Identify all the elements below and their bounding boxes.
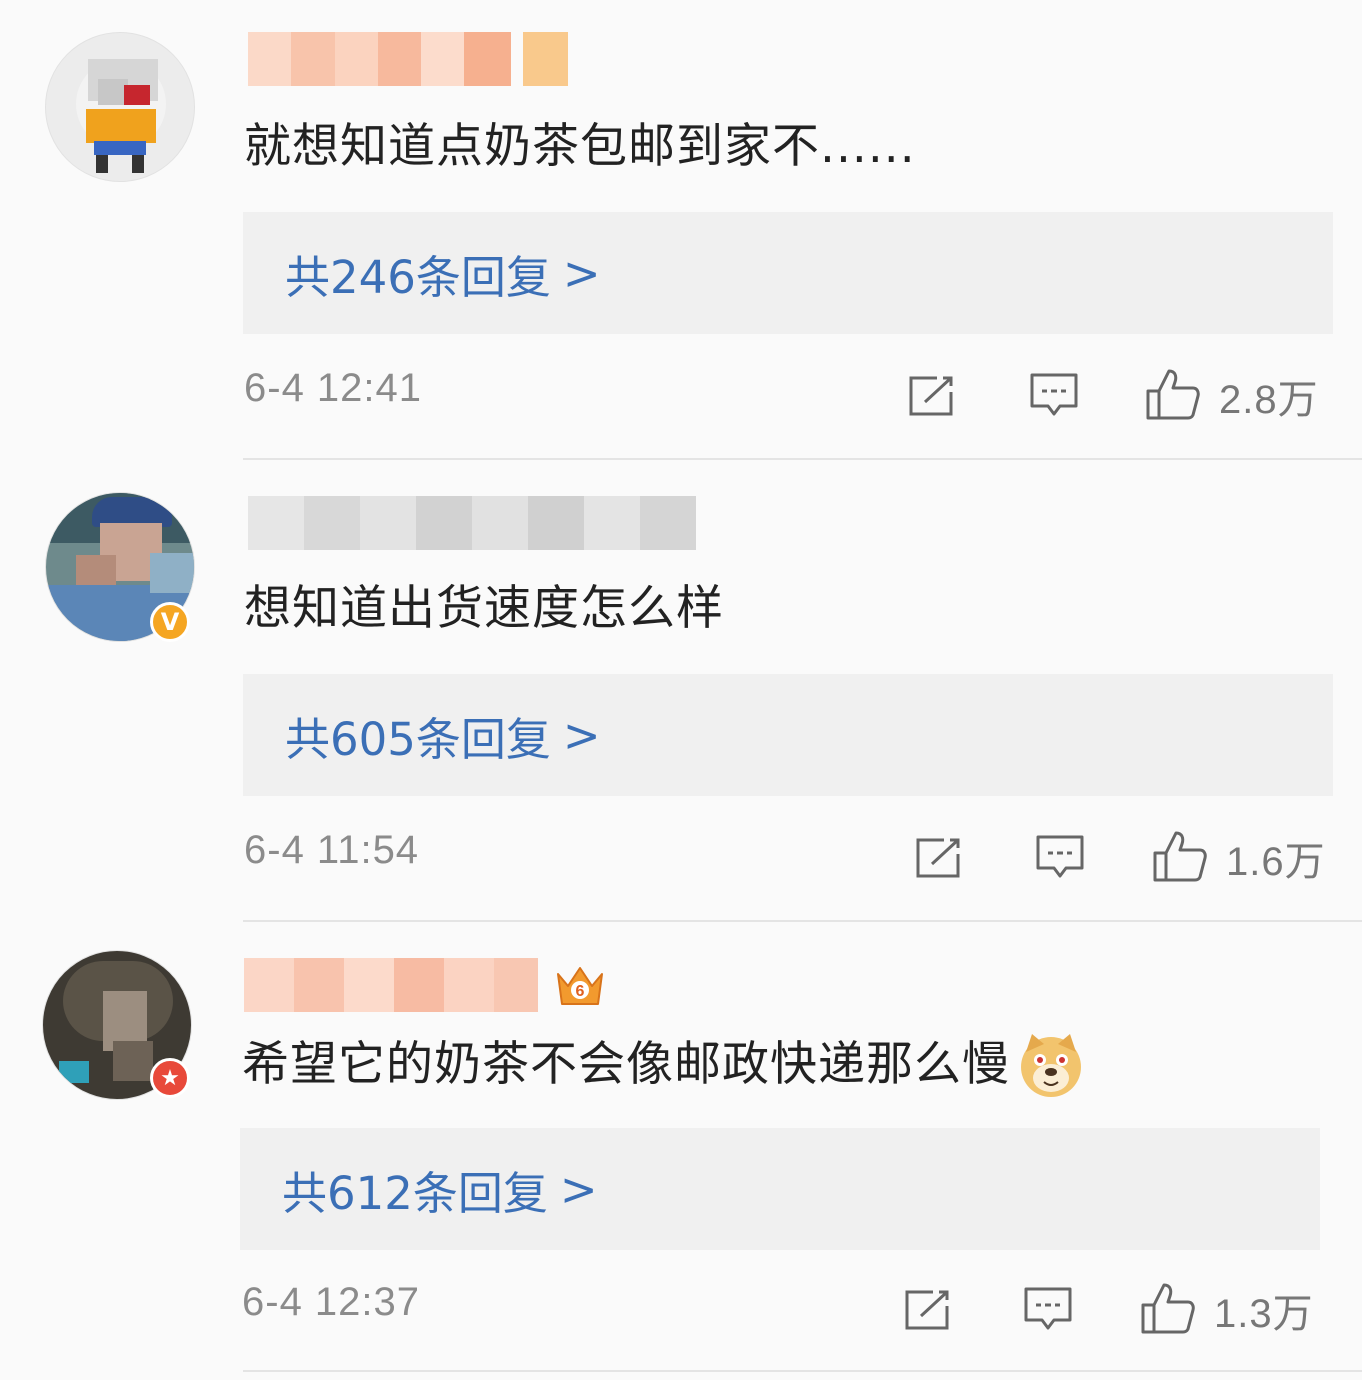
like-button[interactable]: 2.8万 <box>1145 360 1319 432</box>
repost-icon[interactable] <box>900 1274 956 1346</box>
like-button[interactable]: 1.6万 <box>1152 822 1326 894</box>
reply-summary-box[interactable]: 共612条回复 > <box>240 1128 1320 1250</box>
comment-icon[interactable] <box>1026 360 1082 432</box>
star-badge: ★ <box>150 1058 190 1098</box>
comment-feed: 就想知道点奶茶包邮到家不...... 共246条回复 > 6-4 12:41 2… <box>0 0 1362 1380</box>
reply-summary-box[interactable]: 共246条回复 > <box>243 212 1333 334</box>
reply-count-label: 共605条回复 <box>285 712 551 766</box>
thumbs-up-icon <box>1152 829 1208 887</box>
reply-count-label: 共612条回复 <box>282 1166 548 1220</box>
comment-text-content: 就想知道点奶茶包邮到家不...... <box>244 119 916 174</box>
thumbs-up-icon <box>1140 1281 1196 1339</box>
vip-crown-icon: 6 <box>554 960 606 1012</box>
username-blurred[interactable] <box>244 958 544 1012</box>
view-replies-link[interactable]: 共246条回复 > <box>285 241 601 306</box>
username-blurred[interactable] <box>248 32 568 86</box>
repost-icon[interactable] <box>911 822 967 894</box>
view-replies-link[interactable]: 共612条回复 > <box>282 1157 598 1222</box>
chevron-right-icon: > <box>559 1162 598 1216</box>
divider <box>243 1370 1362 1372</box>
divider <box>243 458 1362 460</box>
like-count: 2.8万 <box>1219 378 1319 422</box>
chevron-right-icon: > <box>562 708 601 762</box>
comment-item: V 想知道出货速度怎么样 共605条回复 > 6-4 11:54 1.6万 <box>0 462 1362 924</box>
avatar[interactable] <box>45 32 195 182</box>
comment-icon[interactable] <box>1020 1274 1076 1346</box>
comment-text: 希望它的奶茶不会像邮政快递那么慢 <box>242 1030 1086 1100</box>
like-count: 1.3万 <box>1214 1292 1314 1336</box>
comment-text-content: 想知道出货速度怎么样 <box>244 581 724 636</box>
comment-item: ★ 6 希望它的奶茶不会像邮政快递那么慢 共612条回复 > 6-4 12:37… <box>0 918 1362 1380</box>
thumbs-up-icon <box>1145 367 1201 425</box>
comment-actions: 1.6万 <box>0 822 1362 894</box>
view-replies-link[interactable]: 共605条回复 > <box>285 703 601 768</box>
reply-summary-box[interactable]: 共605条回复 > <box>243 674 1333 796</box>
comment-actions: 1.3万 <box>0 1274 1362 1346</box>
comment-text-content: 希望它的奶茶不会像邮政快递那么慢 <box>242 1037 1010 1092</box>
vip-level-text: 6 <box>576 983 585 1000</box>
comment-text: 就想知道点奶茶包邮到家不...... <box>244 112 916 182</box>
comment-actions: 2.8万 <box>0 360 1362 432</box>
repost-icon[interactable] <box>904 360 960 432</box>
username-blurred[interactable] <box>248 496 708 550</box>
reply-count-label: 共246条回复 <box>285 250 551 304</box>
comment-text: 想知道出货速度怎么样 <box>244 574 724 644</box>
doge-emoji-icon <box>1016 1030 1086 1100</box>
chevron-right-icon: > <box>562 246 601 300</box>
comment-item: 就想知道点奶茶包邮到家不...... 共246条回复 > 6-4 12:41 2… <box>0 0 1362 462</box>
comment-icon[interactable] <box>1032 822 1088 894</box>
like-button[interactable]: 1.3万 <box>1140 1274 1314 1346</box>
verified-badge: V <box>150 602 190 642</box>
like-count: 1.6万 <box>1226 840 1326 884</box>
